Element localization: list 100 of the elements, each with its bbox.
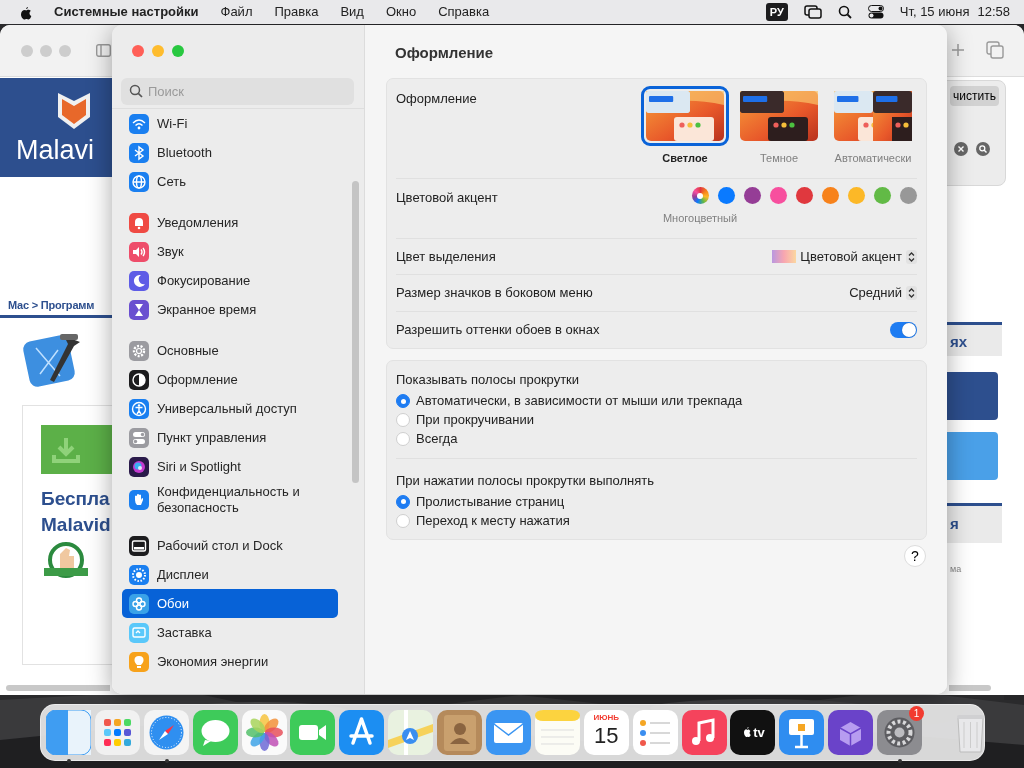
box-icon[interactable] xyxy=(828,710,874,755)
download-title: Беспла xyxy=(41,487,110,511)
sidebar-item[interactable]: Wi-Fi xyxy=(122,109,338,138)
sidebar-item[interactable]: Экранное время xyxy=(122,295,338,324)
accent-color-swatch[interactable] xyxy=(769,187,787,204)
sidebar-item[interactable]: Звук xyxy=(122,237,338,266)
accent-color-swatch[interactable] xyxy=(691,187,709,204)
app-store-icon[interactable] xyxy=(339,710,385,755)
popup-button[interactable]: Средний xyxy=(849,283,917,303)
search-icon xyxy=(129,84,143,98)
radio-option[interactable]: При прокручивании xyxy=(396,410,917,430)
action-button[interactable] xyxy=(946,372,998,420)
sidebar-item[interactable]: Bluetooth xyxy=(122,138,338,167)
action-button[interactable] xyxy=(946,432,998,480)
accent-color-swatch[interactable] xyxy=(743,187,761,204)
new-tab-icon[interactable] xyxy=(951,43,965,57)
search-field[interactable]: Поиск xyxy=(121,78,354,105)
toggle-switch[interactable] xyxy=(890,322,917,338)
scrollbar[interactable] xyxy=(352,181,359,483)
envelope-icon[interactable] xyxy=(486,710,531,755)
radio-option[interactable]: Пролистывание страниц xyxy=(396,492,917,511)
checklist-icon[interactable] xyxy=(632,710,678,755)
calendar-icon[interactable]: ИЮНЬ 15 xyxy=(583,710,629,755)
radio-option[interactable]: Переход к месту нажатия xyxy=(396,511,917,530)
sidebar-item[interactable]: Основные xyxy=(122,336,338,365)
sidebar-item[interactable]: Уведомления xyxy=(122,208,338,237)
tab-overview-icon[interactable] xyxy=(986,41,1004,59)
tv-app-icon[interactable]: tv xyxy=(730,710,776,755)
flower-icon[interactable] xyxy=(241,710,287,755)
sidebar-item[interactable]: Обои xyxy=(122,589,338,618)
search-icon[interactable] xyxy=(837,5,852,19)
podium-icon[interactable] xyxy=(779,710,825,755)
menu-item[interactable]: Окно xyxy=(374,2,428,22)
sidebar-item[interactable]: Фокусирование xyxy=(122,266,338,295)
sidebar-item[interactable]: Экономия энергии xyxy=(122,647,338,676)
radio-option[interactable]: Автоматически, в зависимости от мыши или трекпада xyxy=(396,391,917,411)
radio-option[interactable]: Всегда xyxy=(396,429,917,449)
popup-button[interactable]: Цветовой акцент xyxy=(772,246,917,267)
accent-color-swatch[interactable] xyxy=(873,187,891,204)
sidebar-item[interactable]: Оформление xyxy=(122,365,338,394)
contact-book-icon[interactable] xyxy=(437,710,483,755)
map-icon[interactable] xyxy=(388,710,434,755)
calendar-day: 15 xyxy=(594,723,619,749)
speaker-icon xyxy=(129,241,149,262)
radio-button[interactable] xyxy=(396,394,410,408)
two-tone-app-icon[interactable] xyxy=(46,710,91,755)
date-text[interactable]: Чт, 15 июня xyxy=(899,2,970,22)
site-logo-text[interactable]: Malavi xyxy=(16,130,95,171)
menu-item[interactable]: Системные настройки xyxy=(43,2,210,22)
breadcrumb-link[interactable]: Mac > Программ xyxy=(8,297,95,314)
sidebar-item[interactable]: Конфиденциальность и безопасность xyxy=(122,481,338,519)
notification-badge: 1 xyxy=(909,706,925,721)
download-button[interactable] xyxy=(41,425,112,474)
control-center-icon[interactable] xyxy=(867,5,884,19)
flower-icon xyxy=(129,593,149,614)
radio-button[interactable] xyxy=(396,494,410,509)
sidebar-item[interactable]: Siri и Spotlight xyxy=(122,452,338,481)
scrollbar[interactable] xyxy=(6,685,110,691)
sidebar-item[interactable]: Универсальный доступ xyxy=(122,394,338,423)
time-text[interactable]: 12:58 xyxy=(977,2,1010,22)
accent-color-swatch[interactable] xyxy=(717,187,735,204)
sidebar-item[interactable]: Дисплеи xyxy=(122,560,338,589)
accent-color-swatch[interactable] xyxy=(847,187,865,204)
video-camera-icon[interactable] xyxy=(290,710,336,755)
clear-button[interactable]: чистить xyxy=(950,86,999,106)
menu-item[interactable]: Справка xyxy=(427,2,501,22)
swatch-caption: Многоцветный xyxy=(662,211,738,226)
sidebar-item[interactable]: Заставка xyxy=(122,618,338,647)
input-source-indicator[interactable]: РУ xyxy=(765,2,788,22)
accent-color-swatch[interactable] xyxy=(899,187,917,204)
gear-icon xyxy=(129,340,149,361)
help-button[interactable]: ? xyxy=(904,545,926,567)
scrollbar[interactable] xyxy=(949,685,991,691)
window-title: Оформление xyxy=(394,43,495,63)
globe-icon xyxy=(129,171,149,192)
clear-icon[interactable] xyxy=(954,142,968,156)
download-title: Malavid xyxy=(41,513,111,537)
screen-mirroring-icon[interactable] xyxy=(803,5,822,19)
accent-color-swatch[interactable] xyxy=(795,187,813,204)
sidebar-item[interactable]: Сеть xyxy=(122,167,338,196)
sidebar-item[interactable]: Рабочий стол и Dock xyxy=(122,531,338,560)
menu-item[interactable]: Файл xyxy=(209,2,264,22)
sidebar-item[interactable]: Пункт управления xyxy=(122,423,338,452)
chevron-updown-icon xyxy=(906,286,917,300)
apple-logo-icon[interactable] xyxy=(18,4,32,20)
sun-icon xyxy=(129,564,149,585)
music-note-icon[interactable] xyxy=(681,710,727,755)
window-control-button[interactable] xyxy=(172,45,184,57)
accent-color-swatch[interactable] xyxy=(821,187,839,204)
setting-label: Цветовой акцент xyxy=(396,189,498,207)
dock-icon xyxy=(129,535,149,556)
menu-item[interactable]: Правка xyxy=(263,2,330,22)
chat-bubble-icon[interactable] xyxy=(192,710,238,755)
gear-icon[interactable] xyxy=(877,710,923,755)
compass-icon[interactable] xyxy=(143,710,189,755)
window-control-button[interactable] xyxy=(132,45,144,57)
grid-icon[interactable] xyxy=(94,710,140,755)
setting-label: Цвет выделения xyxy=(396,247,496,266)
sidebar-toggle-icon[interactable] xyxy=(96,44,111,57)
menu-item[interactable]: Вид xyxy=(329,2,375,22)
